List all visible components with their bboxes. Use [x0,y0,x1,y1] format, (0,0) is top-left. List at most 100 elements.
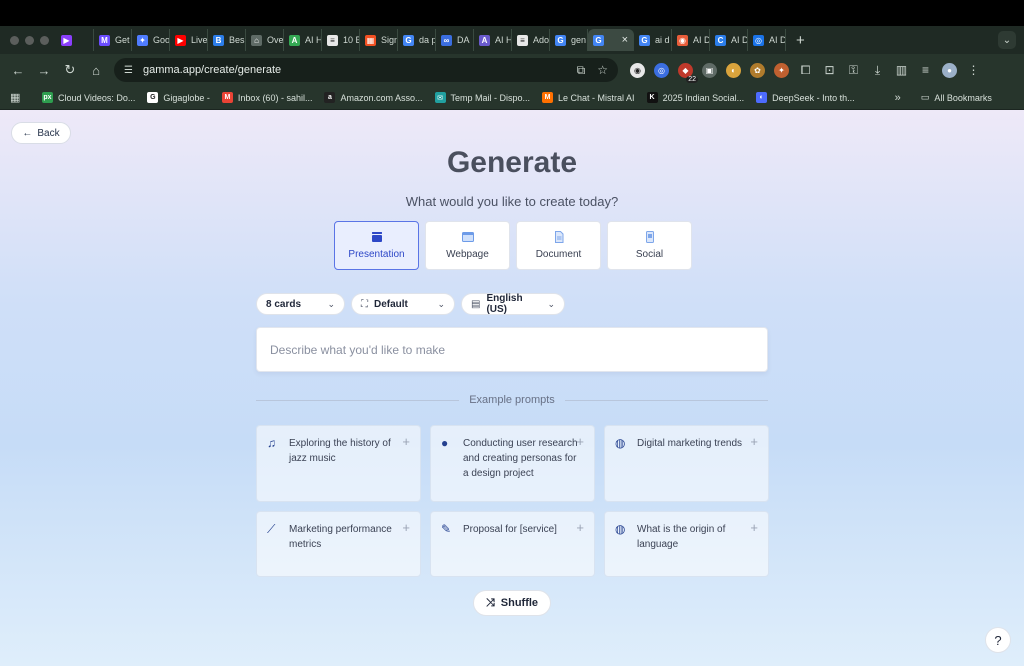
browser-tab[interactable]: ⌂ Ove [246,29,284,51]
forward-arrow-icon[interactable]: → [32,63,56,78]
browser-tab[interactable]: ▶ Live [170,29,208,51]
bookmark-item[interactable]: ◐ DeepSeek - Into th... [756,92,855,103]
bookmark-item[interactable]: M Inbox (60) - sahil... [221,92,312,103]
tab-favicon-icon: ∞ [441,34,452,46]
apps-grid-icon[interactable]: ▦ [10,91,30,104]
add-prompt-icon[interactable]: + [750,434,758,449]
reading-list-icon[interactable]: ≡ [918,63,933,78]
add-prompt-icon[interactable]: + [402,520,410,535]
close-tab-icon[interactable]: × [622,34,628,46]
tab-title: Ove [267,35,284,45]
minimize-window-button[interactable] [25,35,34,45]
bookmark-item[interactable]: a Amazon.com Asso... [324,92,423,103]
bookmark-label: Gigaglobe - [163,92,210,103]
tab-favicon-icon: A [479,34,490,46]
browser-tab[interactable]: ◎ AI D [748,29,786,51]
browser-tab[interactable]: Ggen [550,29,588,51]
puzzle-icon[interactable]: ⧠ [798,63,813,78]
password-key-icon[interactable]: ⚿ [846,63,861,78]
theme-select[interactable]: ⛶ Default ⌄ [351,293,455,315]
profile-avatar[interactable]: ● [942,62,957,78]
home-icon[interactable]: ⌂ [84,63,108,78]
example-prompt-card[interactable]: ◍ What is the origin of language + [604,511,769,577]
browser-tab[interactable]: A AI H [284,29,322,51]
extension-icon[interactable]: ▣ [702,62,717,78]
close-window-button[interactable] [10,35,19,45]
screenshot-icon[interactable]: ⊡ [822,63,837,78]
line-chart-icon: ⟋ [267,522,276,536]
reload-icon[interactable]: ↻ [58,62,82,78]
all-bookmarks-button[interactable]: ▭ All Bookmarks [921,92,992,103]
type-presentation-button[interactable]: Presentation [334,221,419,270]
install-app-icon[interactable]: ⧉ [577,63,586,78]
example-prompts-divider: Example prompts [256,392,768,408]
example-prompt-card[interactable]: ⟋ Marketing performance metrics + [256,511,421,577]
back-arrow-icon[interactable]: ← [6,63,30,78]
example-prompt-card[interactable]: ♫ Exploring the history of jazz music + [256,425,421,502]
extension-badge-icon[interactable]: ◆ 22 [678,62,698,83]
address-bar[interactable]: ☰ gamma.app/create/generate ⧉ ☆ [114,58,618,82]
browser-tab[interactable]: Gda p [398,29,436,51]
add-prompt-icon[interactable]: + [402,434,410,449]
card-count-select[interactable]: 8 cards ⌄ [256,293,345,315]
tab-title: DA [457,35,470,45]
browser-tab[interactable]: ▦ Sign [360,29,398,51]
back-button[interactable]: ← Back [11,122,71,144]
browser-tab[interactable]: ✦ Goo [132,29,170,51]
bookmark-item[interactable]: px Cloud Videos: Do... [42,92,135,103]
bookmark-favicon-icon: M [221,92,233,103]
bookmark-label: Cloud Videos: Do... [58,92,136,103]
extension-icon[interactable]: ✿ [750,62,765,78]
chevron-down-icon: ⌄ [327,298,335,309]
tab-favicon-icon: ▶ [61,34,72,46]
example-prompt-card[interactable]: ✎ Proposal for [service] + [430,511,595,577]
download-icon[interactable]: ⤓ [870,63,885,78]
globe-icon: ◍ [615,522,626,536]
browser-tab[interactable]: B Bes [208,29,246,51]
tab-title: AI D [731,35,748,45]
extension-icon[interactable]: ✦ [774,62,789,78]
extension-icon[interactable]: ◉ [630,62,645,78]
browser-tab[interactable]: ∞ DA [436,29,474,51]
browser-tab[interactable]: Gai d [634,29,672,51]
browser-tab[interactable]: ▶ [56,29,94,51]
browser-tab-active[interactable]: G × [588,29,634,51]
type-document-button[interactable]: Document [516,221,601,270]
add-prompt-icon[interactable]: + [576,520,584,535]
help-button[interactable]: ? [985,627,1011,653]
menu-kebab-icon[interactable]: ⋮ [966,63,981,78]
type-social-button[interactable]: Social [607,221,692,270]
add-prompt-icon[interactable]: + [576,434,584,449]
example-prompt-text: What is the origin of language [637,524,726,550]
browser-tab[interactable]: A AI H [474,29,512,51]
window-controls [0,35,56,45]
prompt-input[interactable] [270,342,750,357]
more-bookmarks-button[interactable]: » [895,92,901,104]
extension-icon[interactable]: ◐ [726,62,741,78]
bookmark-item[interactable]: K 2025 Indian Social... [646,92,744,103]
maximize-window-button[interactable] [40,35,49,45]
side-panel-icon[interactable]: ▥ [894,63,909,78]
bookmark-item[interactable]: ✉ Temp Mail - Dispo... [434,92,530,103]
example-prompt-card[interactable]: ◍ Digital marketing trends + [604,425,769,502]
extension-icon[interactable]: ◎ [654,62,669,78]
bookmark-item[interactable]: G Gigaglobe - [147,92,210,103]
browser-tab[interactable]: ≡ 10 B [322,29,360,51]
all-bookmarks-label: All Bookmarks [934,92,992,103]
shuffle-button[interactable]: ⤨ Shuffle [473,590,551,616]
language-icon: ▤ [471,298,481,310]
bookmark-star-icon[interactable]: ☆ [597,63,608,78]
tab-search-button[interactable]: ⌄ [998,31,1016,49]
browser-tab[interactable]: C AI D [710,29,748,51]
site-info-icon[interactable]: ☰ [124,65,133,76]
add-prompt-icon[interactable]: + [750,520,758,535]
browser-tab[interactable]: ◉ AI D [672,29,710,51]
bookmark-favicon-icon: K [646,92,658,103]
type-webpage-button[interactable]: Webpage [425,221,510,270]
language-select[interactable]: ▤ English (US) ⌄ [461,293,565,315]
new-tab-button[interactable]: + [796,32,805,49]
browser-tab[interactable]: M Get [94,29,132,51]
example-prompt-card[interactable]: ● Conducting user research and creating … [430,425,595,502]
bookmark-item[interactable]: M Le Chat - Mistral AI [542,92,635,103]
browser-tab[interactable]: ≡ Ado [512,29,550,51]
